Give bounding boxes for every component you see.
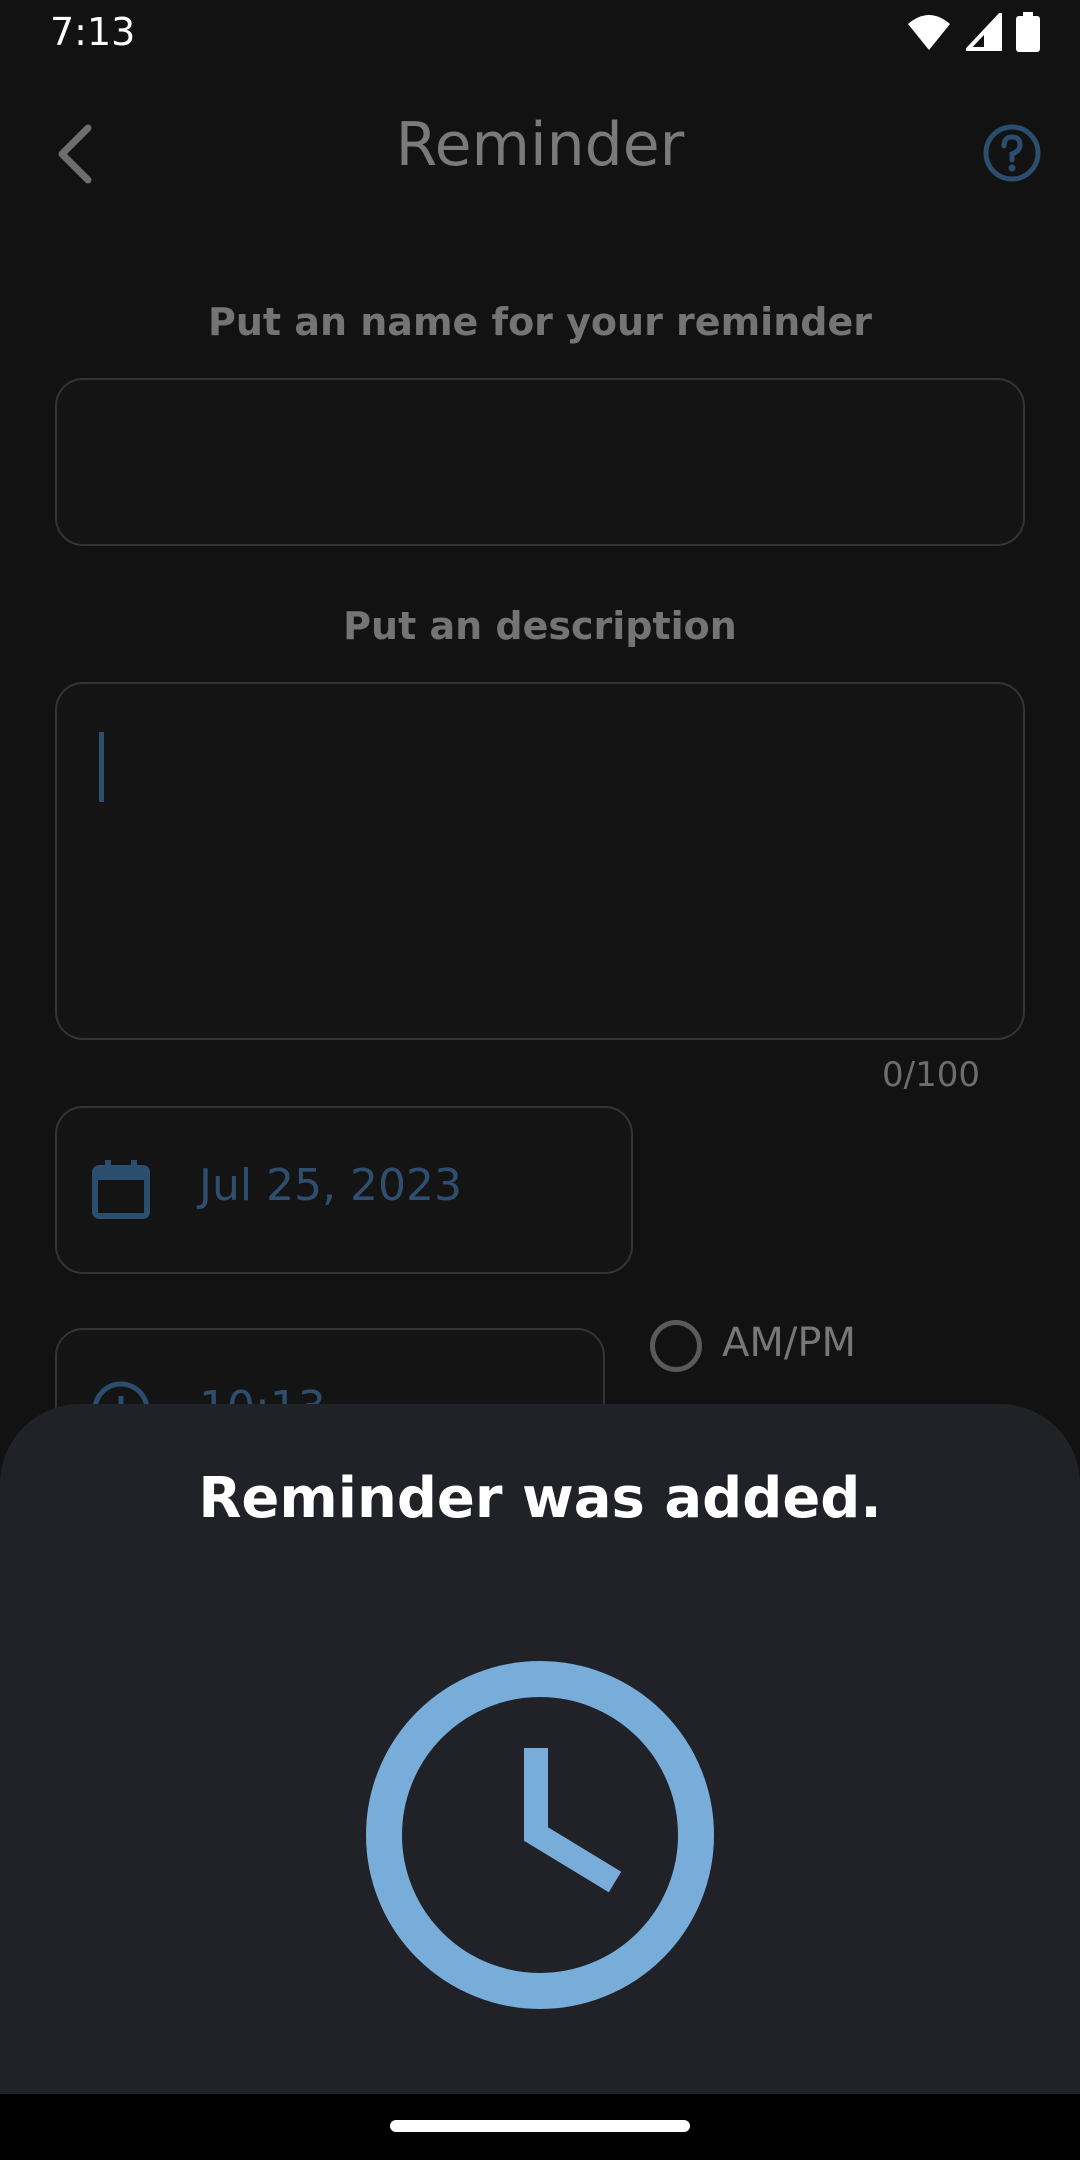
wifi-icon [908,15,950,50]
help-icon [983,124,1041,182]
navigation-bar [0,2094,1080,2160]
ampm-radio[interactable] [650,1320,702,1372]
signal-icon [966,13,1002,51]
date-value: Jul 25, 2023 [199,1160,463,1211]
confirmation-message: Reminder was added. [198,1466,882,1531]
description-label: Put an description [343,604,737,648]
name-input[interactable] [55,378,1025,546]
clock-icon [366,1661,714,2009]
ampm-label: AM/PM [722,1320,856,1366]
page-title: Reminder [395,110,685,180]
status-bar: 7:13 [0,0,1080,70]
description-counter: 0/100 [882,1055,980,1095]
date-picker-field[interactable]: Jul 25, 2023 [55,1106,633,1274]
app-header: Reminder [0,90,1080,210]
text-cursor [99,732,104,802]
confirmation-sheet: Reminder was added. [0,1404,1080,2094]
help-button[interactable] [982,123,1042,183]
status-time: 7:13 [50,10,136,54]
battery-icon [1016,12,1040,52]
status-icons [906,12,1040,52]
home-handle[interactable] [390,2120,690,2132]
description-input[interactable] [55,682,1025,1040]
name-label: Put an name for your reminder [208,300,872,344]
calendar-icon [92,1160,150,1219]
